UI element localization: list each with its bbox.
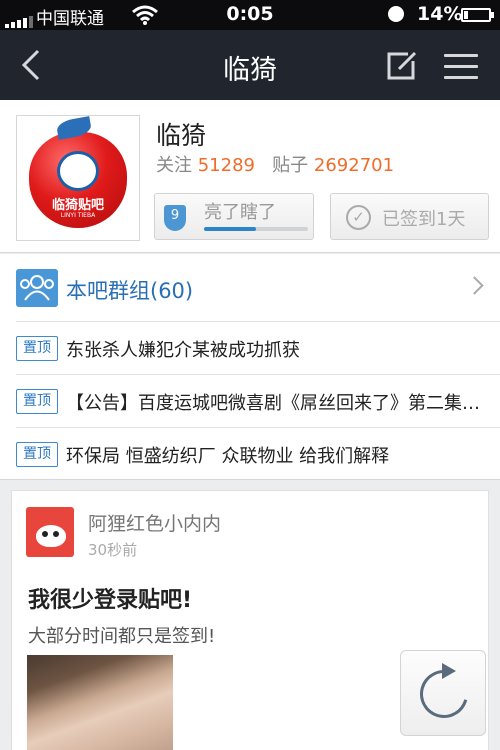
status-bar: 中国联通 0:05 14%	[0, 0, 500, 30]
sign-in-button[interactable]: ✓ 已签到1天	[330, 193, 489, 240]
pinned-tag: 置顶	[16, 336, 58, 361]
forum-header: 临猗贴吧 LINYI TIEBA 临猗 关注 51289 贴子 2692701 …	[0, 100, 500, 253]
group-label: 本吧群组(60)	[66, 279, 194, 303]
paw-icon	[57, 151, 99, 191]
level-button[interactable]: 9 亮了瞎了	[154, 193, 314, 240]
fox-face-icon	[36, 525, 66, 547]
battery-icon	[461, 8, 491, 22]
pinned-tag: 置顶	[16, 389, 58, 414]
level-name: 亮了瞎了	[204, 202, 276, 223]
compose-icon[interactable]	[386, 51, 418, 81]
pinned-post-title: 环保局 恒盛纺织厂 众联物业 给我们解释	[66, 446, 390, 467]
logo-subtext: LINYI TIEBA	[60, 212, 96, 219]
pinned-post-title: 东张杀人嫌犯介某被成功抓获	[66, 340, 300, 361]
post-image[interactable]	[27, 655, 173, 750]
fox-eye-icon	[53, 531, 59, 537]
forum-stats: 关注 51289 贴子 2692701	[156, 151, 394, 177]
posts-count: 2692701	[313, 155, 395, 176]
forum-name: 临猗	[156, 121, 207, 150]
posts-label: 贴子	[272, 155, 309, 176]
logo-text: 临猗贴吧	[51, 198, 104, 213]
follow-count: 51289	[197, 155, 255, 176]
author-avatar[interactable]	[26, 507, 74, 557]
post-time: 30秒前	[88, 541, 138, 559]
refresh-button[interactable]	[400, 650, 486, 736]
post-body: 大部分时间都只是签到!	[28, 626, 216, 647]
follow-label: 关注	[156, 155, 192, 176]
pinned-post[interactable]: 置顶 环保局 恒盛纺织厂 众联物业 给我们解释	[16, 427, 500, 480]
forum-avatar[interactable]: 临猗贴吧 LINYI TIEBA	[16, 115, 140, 241]
pinned-post-title: 【公告】百度运城吧微喜剧《屌丝回来了》第二集…	[66, 393, 480, 414]
pinned-post[interactable]: 置顶 东张杀人嫌犯介某被成功抓获	[16, 321, 500, 374]
post-title: 我很少登录贴吧!	[28, 588, 193, 613]
forum-group-row[interactable]: 本吧群组(60)	[0, 254, 500, 321]
pinned-tag: 置顶	[16, 442, 58, 467]
pinned-section: 本吧群组(60) 置顶 东张杀人嫌犯介某被成功抓获 置顶 【公告】百度运城吧微喜…	[0, 254, 500, 480]
chevron-right-icon	[465, 276, 484, 295]
alarm-icon	[388, 6, 404, 22]
level-progress-fill	[204, 227, 256, 231]
battery-percent: 14%	[417, 3, 463, 25]
level-progress-bar	[204, 227, 308, 231]
author-name[interactable]: 阿狸红色小内内	[88, 509, 221, 536]
level-badge-icon: 9	[164, 205, 186, 231]
nav-bar: 临猗	[0, 30, 500, 100]
refresh-arrow-icon	[442, 663, 456, 679]
check-icon: ✓	[346, 205, 371, 230]
fox-eye-icon	[42, 531, 48, 537]
battery-nub	[491, 12, 494, 18]
menu-icon[interactable]	[444, 54, 478, 79]
pinned-post[interactable]: 置顶 【公告】百度运城吧微喜剧《屌丝回来了》第二集…	[16, 374, 500, 427]
sign-in-label: 已签到1天	[382, 209, 466, 230]
page-title: 临猗	[223, 55, 277, 86]
group-icon	[16, 269, 58, 307]
